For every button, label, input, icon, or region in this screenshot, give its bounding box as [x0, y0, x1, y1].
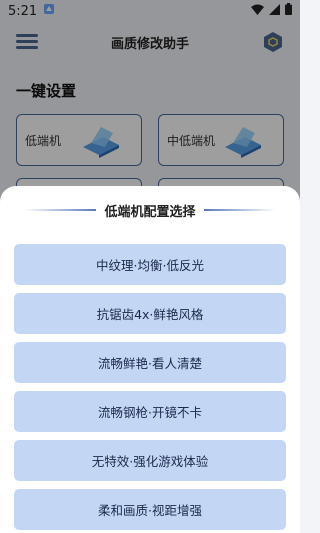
bottom-sheet: 低端机配置选择 中纹理·均衡·低反光 抗锯齿4x·鲜艳风格 流畅鲜艳·看人清楚 …	[0, 186, 300, 533]
option-button[interactable]: 流畅钢枪·开镜不卡	[14, 391, 286, 432]
option-button[interactable]: 中纹理·均衡·低反光	[14, 244, 286, 285]
divider-left	[24, 209, 97, 211]
option-button[interactable]: 抗锯齿4x·鲜艳风格	[14, 293, 286, 334]
option-button[interactable]: 无特效·强化游戏体验	[14, 440, 286, 481]
divider-right	[203, 209, 276, 211]
option-button[interactable]: 柔和画质·视距增强	[14, 489, 286, 530]
sheet-title: 低端机配置选择	[104, 204, 196, 220]
sheet-header: 低端机配置选择	[0, 200, 300, 220]
option-button[interactable]: 流畅鲜艳·看人清楚	[14, 342, 286, 383]
